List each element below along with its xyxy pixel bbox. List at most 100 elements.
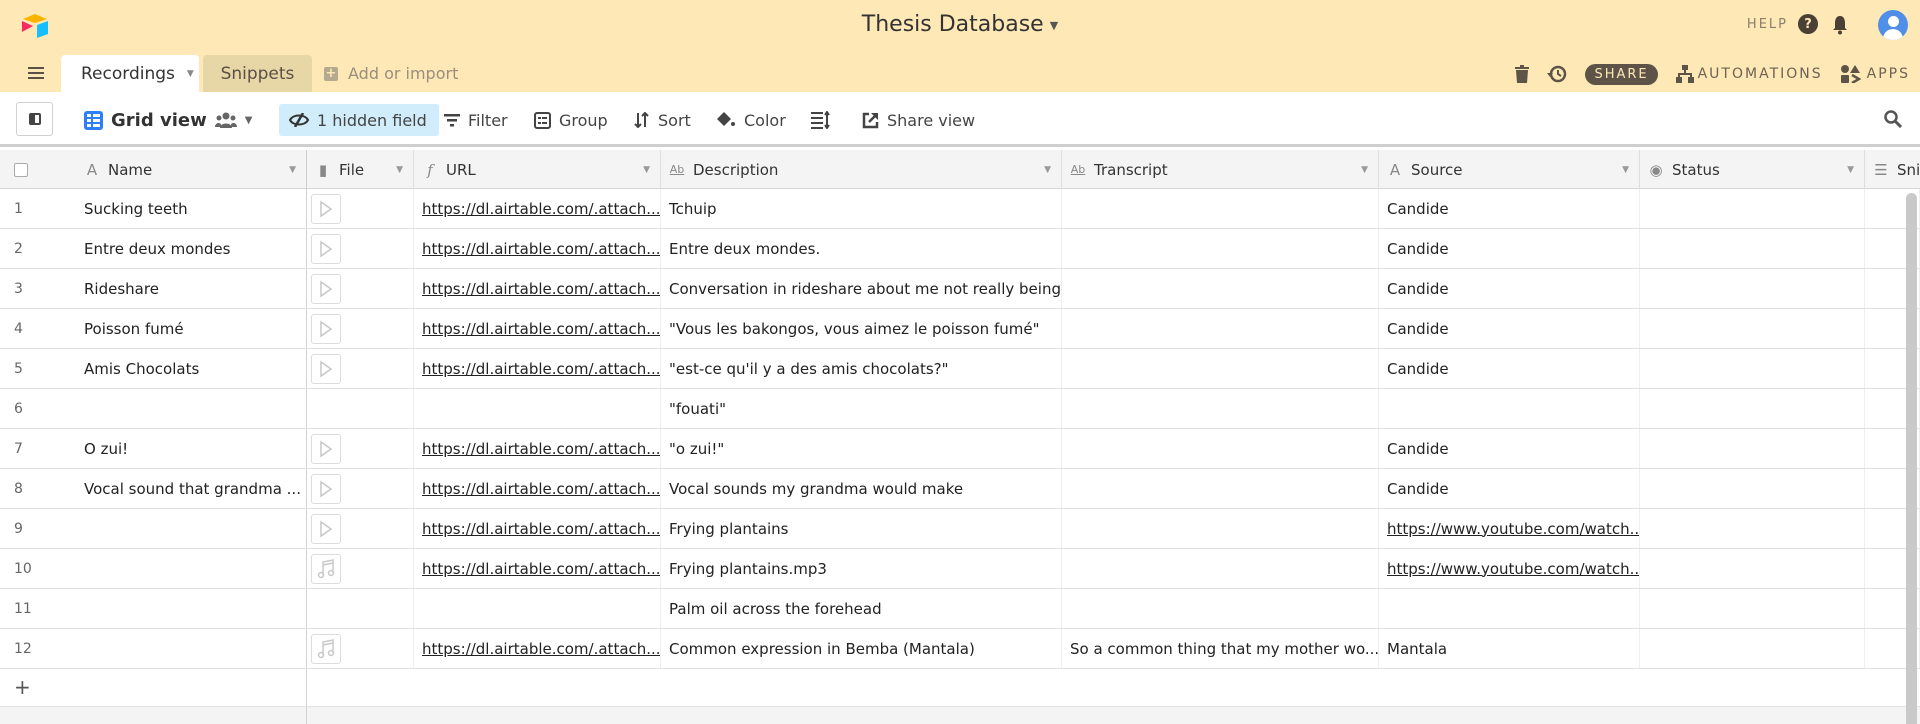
cell-transcript[interactable]: [1062, 389, 1379, 428]
cell-source[interactable]: [1379, 389, 1640, 428]
cell-name[interactable]: Poisson fumé: [76, 309, 307, 348]
cell-status[interactable]: [1640, 229, 1865, 268]
cell-url[interactable]: https://dl.airtable.com/.attach...: [414, 269, 661, 308]
video-file-thumbnail[interactable]: [311, 513, 341, 544]
bell-icon[interactable]: [1830, 14, 1850, 36]
cell-name[interactable]: Amis Chocolats: [76, 349, 307, 388]
hide-fields-button[interactable]: 1 hidden field: [279, 104, 439, 136]
cell-status[interactable]: [1640, 389, 1865, 428]
row-height-button[interactable]: [811, 104, 831, 136]
column-header-description[interactable]: Ab Description ▼: [661, 150, 1062, 189]
add-record-button[interactable]: +: [0, 669, 307, 707]
sidebar-toggle-button[interactable]: [16, 102, 53, 136]
cell-url[interactable]: https://dl.airtable.com/.attach...: [414, 229, 661, 268]
cell-url[interactable]: https://dl.airtable.com/.attach...: [414, 429, 661, 468]
table-row[interactable]: 10 https://dl.airtable.com/.attach... Fryi…: [0, 549, 1920, 589]
share-view-button[interactable]: Share view: [862, 104, 975, 136]
url-link[interactable]: https://dl.airtable.com/.attach...: [422, 240, 660, 258]
share-button[interactable]: SHARE: [1585, 63, 1658, 85]
chevron-down-icon[interactable]: ▼: [289, 165, 296, 175]
cell-file[interactable]: [307, 629, 414, 668]
cell-source[interactable]: Mantala: [1379, 629, 1640, 668]
cell-name[interactable]: [76, 509, 307, 548]
cell-description[interactable]: "o zui!": [661, 429, 1062, 468]
cell-status[interactable]: [1640, 549, 1865, 588]
video-file-thumbnail[interactable]: [311, 313, 341, 344]
chevron-down-icon[interactable]: ▼: [1847, 165, 1854, 175]
video-file-thumbnail[interactable]: [311, 353, 341, 384]
cell-transcript[interactable]: [1062, 269, 1379, 308]
audio-file-thumbnail[interactable]: [311, 553, 341, 584]
cell-url[interactable]: [414, 589, 661, 628]
column-header-transcript[interactable]: Ab Transcript ▼: [1062, 150, 1379, 189]
cell-status[interactable]: [1640, 309, 1865, 348]
cell-url[interactable]: https://dl.airtable.com/.attach...: [414, 469, 661, 508]
table-row[interactable]: 5 Amis Chocolats https://dl.airtable.com/.…: [0, 349, 1920, 389]
cell-transcript[interactable]: [1062, 189, 1379, 228]
table-row[interactable]: 9 https://dl.airtable.com/.attach... Fryin…: [0, 509, 1920, 549]
video-file-thumbnail[interactable]: [311, 473, 341, 504]
cell-file[interactable]: [307, 429, 414, 468]
video-file-thumbnail[interactable]: [311, 433, 341, 464]
table-row[interactable]: 4 Poisson fumé https://dl.airtable.com/.at…: [0, 309, 1920, 349]
url-link[interactable]: https://dl.airtable.com/.attach...: [422, 200, 660, 218]
cell-description[interactable]: Palm oil across the forehead: [661, 589, 1062, 628]
add-or-import-button[interactable]: + Add or import: [324, 55, 458, 92]
cell-transcript[interactable]: [1062, 549, 1379, 588]
url-link[interactable]: https://dl.airtable.com/.attach...: [422, 640, 660, 658]
table-row[interactable]: 12 https://dl.airtable.com/.attach... Comm…: [0, 629, 1920, 669]
history-icon[interactable]: [1547, 64, 1567, 84]
cell-transcript[interactable]: So a common thing that my mother wo...: [1062, 629, 1379, 668]
video-file-thumbnail[interactable]: [311, 193, 341, 224]
chevron-down-icon[interactable]: ▼: [1044, 165, 1051, 175]
cell-description[interactable]: Conversation in rideshare about me not r…: [661, 269, 1062, 308]
cell-source[interactable]: https://www.youtube.com/watch...: [1379, 549, 1640, 588]
cell-description[interactable]: Vocal sounds my grandma would make: [661, 469, 1062, 508]
column-header-source[interactable]: A Source ▼: [1379, 150, 1640, 189]
filter-button[interactable]: Filter: [444, 104, 508, 136]
cell-source[interactable]: Candide: [1379, 469, 1640, 508]
cell-url[interactable]: https://dl.airtable.com/.attach...: [414, 509, 661, 548]
url-link[interactable]: https://dl.airtable.com/.attach...: [422, 440, 660, 458]
cell-transcript[interactable]: [1062, 429, 1379, 468]
cell-source[interactable]: Candide: [1379, 229, 1640, 268]
table-row[interactable]: 1 Sucking teeth https://dl.airtable.com/.a…: [0, 189, 1920, 229]
cell-transcript[interactable]: [1062, 469, 1379, 508]
column-header-status[interactable]: ◉ Status ▼: [1640, 150, 1865, 189]
apps-button[interactable]: APPS: [1840, 65, 1910, 83]
cell-status[interactable]: [1640, 189, 1865, 228]
cell-description[interactable]: "Vous les bakongos, vous aimez le poisso…: [661, 309, 1062, 348]
chevron-down-icon[interactable]: ▼: [1361, 165, 1368, 175]
cell-file[interactable]: [307, 389, 414, 428]
cell-file[interactable]: [307, 549, 414, 588]
column-header-url[interactable]: f URL ▼: [414, 150, 661, 189]
trash-icon[interactable]: [1515, 65, 1530, 83]
table-row[interactable]: 11 Palm oil across the forehead: [0, 589, 1920, 629]
cell-description[interactable]: Frying plantains: [661, 509, 1062, 548]
cell-source[interactable]: Candide: [1379, 269, 1640, 308]
cell-source[interactable]: Candide: [1379, 189, 1640, 228]
video-file-thumbnail[interactable]: [311, 273, 341, 304]
cell-transcript[interactable]: [1062, 229, 1379, 268]
cell-name[interactable]: [76, 549, 307, 588]
cell-file[interactable]: [307, 349, 414, 388]
table-row[interactable]: 6 "fouati": [0, 389, 1920, 429]
cell-source[interactable]: Candide: [1379, 349, 1640, 388]
table-row[interactable]: 3 Rideshare https://dl.airtable.com/.attac…: [0, 269, 1920, 309]
url-link[interactable]: https://dl.airtable.com/.attach...: [422, 560, 660, 578]
search-icon[interactable]: [1884, 110, 1902, 128]
column-header-snippets[interactable]: ☰ Sni: [1865, 150, 1920, 189]
group-button[interactable]: Group: [534, 104, 608, 136]
cell-source[interactable]: Candide: [1379, 429, 1640, 468]
cell-file[interactable]: [307, 469, 414, 508]
chevron-down-icon[interactable]: ▼: [643, 165, 650, 175]
chevron-down-icon[interactable]: ▼: [396, 165, 403, 175]
cell-url[interactable]: [414, 389, 661, 428]
cell-status[interactable]: [1640, 629, 1865, 668]
cell-source[interactable]: [1379, 589, 1640, 628]
menu-icon[interactable]: [28, 67, 44, 79]
cell-file[interactable]: [307, 309, 414, 348]
cell-name[interactable]: [76, 629, 307, 668]
source-link[interactable]: https://www.youtube.com/watch...: [1387, 520, 1639, 538]
sort-button[interactable]: Sort: [634, 104, 691, 136]
